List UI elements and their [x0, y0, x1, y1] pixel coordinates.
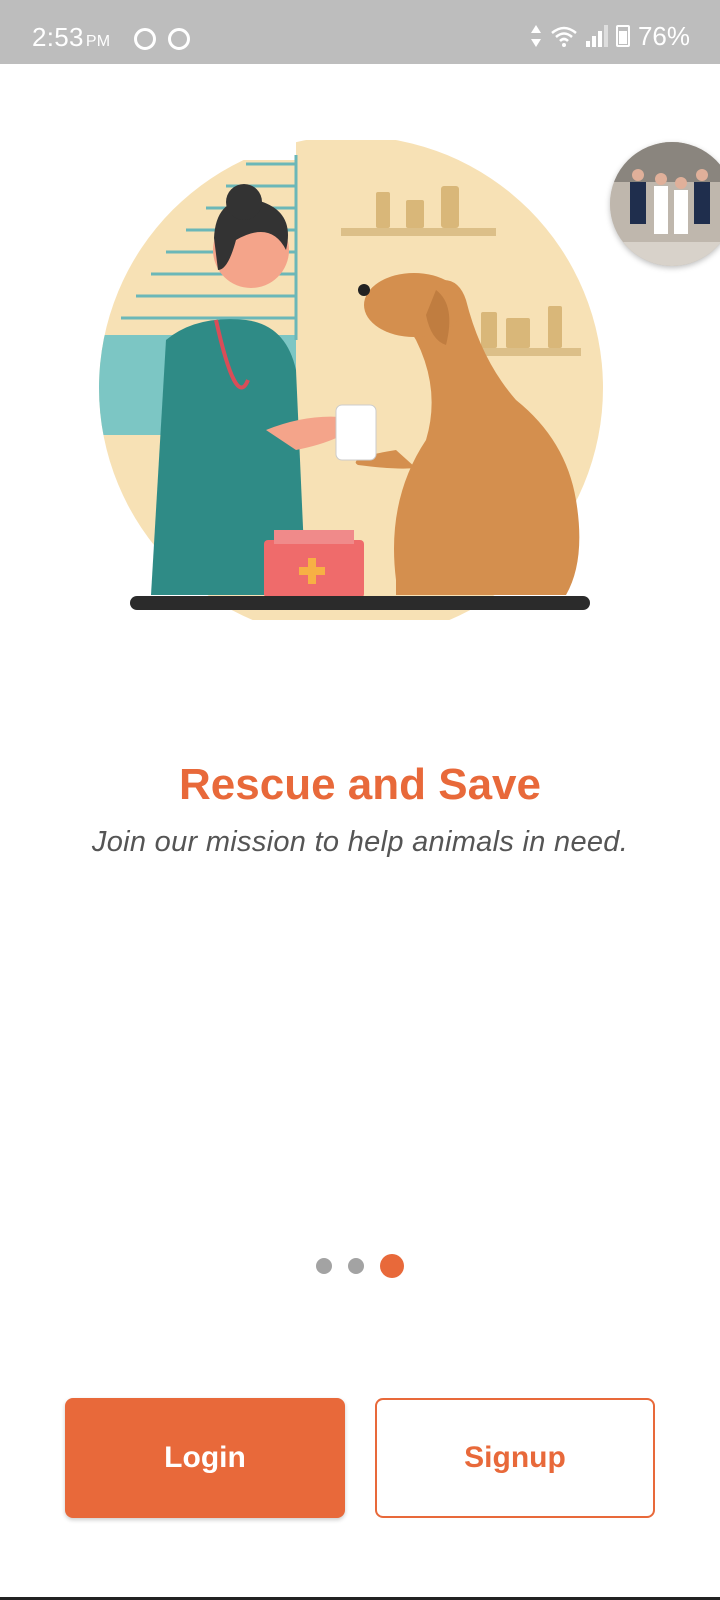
p-badge-icon: [134, 28, 156, 50]
status-right-group: 76%: [530, 20, 690, 51]
status-time-value: 2:53: [32, 22, 84, 52]
page-dot-2[interactable]: [348, 1258, 364, 1274]
battery-percent: 76%: [637, 20, 690, 51]
status-time: 2:53 PM: [32, 22, 110, 53]
onboarding-title: Rescue and Save: [179, 760, 541, 809]
page-dot-1[interactable]: [316, 1258, 332, 1274]
status-bar: 2:53 PM 76%: [0, 0, 720, 64]
messenger-icon: [168, 28, 190, 50]
group-photo-icon: [610, 142, 720, 266]
page-indicator: [0, 1254, 720, 1278]
page-dot-3-active[interactable]: [380, 1254, 404, 1278]
onboarding-subtitle: Join our mission to help animals in need…: [91, 826, 629, 858]
status-time-ampm: PM: [85, 33, 111, 50]
wifi-icon: [551, 26, 577, 47]
onboarding-screen: 2:53 PM 76% Rescue and Save Join our mis…: [0, 0, 720, 1600]
vet-dog-illustration: [96, 140, 603, 620]
battery-icon: [615, 25, 630, 47]
login-button[interactable]: Login: [65, 1398, 345, 1518]
profile-avatar[interactable]: [610, 142, 720, 266]
signal-icon: [585, 25, 608, 47]
signup-button[interactable]: Signup: [375, 1398, 655, 1518]
data-arrows-icon: [530, 25, 541, 47]
